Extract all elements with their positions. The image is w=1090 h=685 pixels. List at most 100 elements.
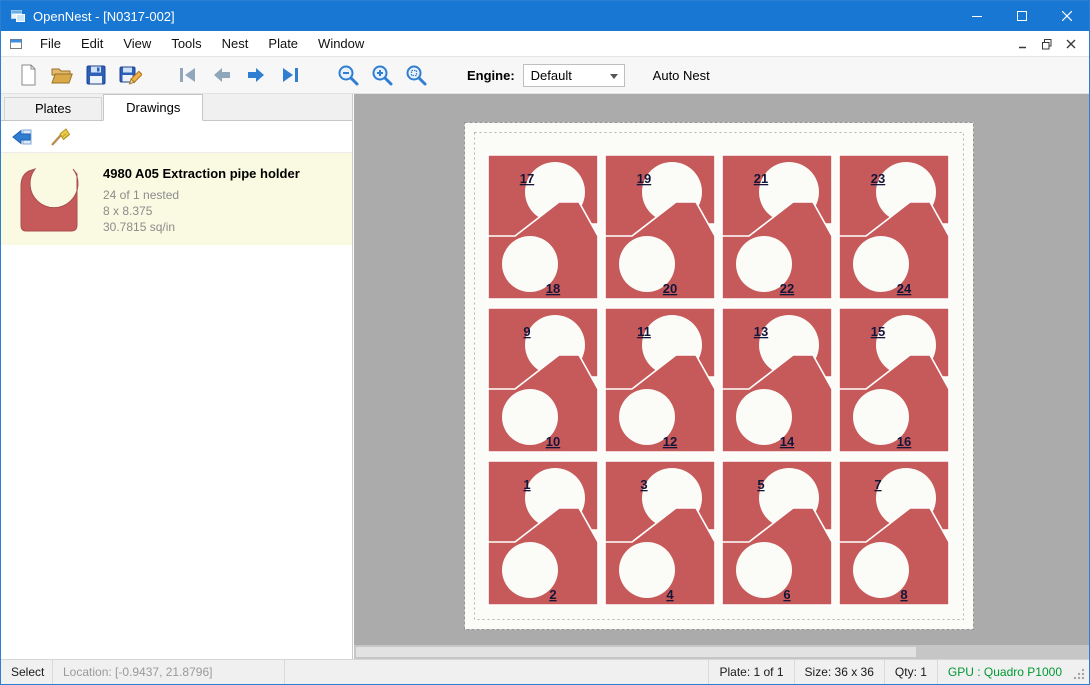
broom-icon [49,127,71,147]
save-edit-icon [118,63,142,87]
drawing-list-item[interactable]: 4980 A05 Extraction pipe holder 24 of 1 … [1,153,352,245]
minimize-icon [972,11,982,21]
nested-pair-13-14[interactable]: 1314 [722,308,832,452]
mdi-minimize-button[interactable] [1011,34,1035,54]
sidebar: Plates Drawings [1,94,353,659]
zoom-in-icon [370,63,394,87]
nav-last-button[interactable] [273,60,307,90]
horizontal-scrollbar[interactable] [354,645,1089,659]
menu-item-nest[interactable]: Nest [212,32,259,55]
nested-pair-11-12[interactable]: 11 12 [605,308,715,452]
mdi-restore-button[interactable] [1035,34,1059,54]
sidebar-tabs: Plates Drawings [1,94,352,121]
drawing-size: 8 x 8.375 [103,203,300,219]
zoom-fit-button[interactable] [399,60,433,90]
status-location: Location: [-0.9437, 21.8796] [53,660,285,684]
auto-nest-button[interactable]: Auto Nest [647,64,716,87]
arrow-left-icon [11,127,33,147]
nav-next-button[interactable] [239,60,273,90]
status-qty: Qty: 1 [884,660,937,684]
main-area: Plates Drawings [1,94,1089,659]
nav-next-icon [244,63,268,87]
mdi-window-controls [1011,34,1089,54]
open-folder-icon [50,63,74,87]
nested-pair-21-22[interactable]: 2122 [722,155,832,299]
menu-item-view[interactable]: View [113,32,161,55]
part-number: 24 [897,281,912,296]
close-button[interactable] [1044,1,1089,31]
menu-item-window[interactable]: Window [308,32,374,55]
part-number: 23 [871,171,885,186]
part-number: 3 [640,477,647,492]
nested-pair-3-4[interactable]: 34 [605,461,715,605]
menu-item-file[interactable]: File [30,32,71,55]
engine-label: Engine: [467,68,515,83]
drawing-nested-count: 24 of 1 nested [103,187,300,203]
nested-pair-23-24[interactable]: 23 24 [839,155,949,299]
maximize-icon [1017,11,1027,21]
part-number: 8 [900,587,907,602]
app-icon [10,8,26,24]
open-button[interactable] [45,60,79,90]
new-file-button[interactable] [11,60,45,90]
part-number: 7 [874,477,881,492]
clear-button[interactable] [45,124,75,150]
save-button[interactable] [79,60,113,90]
drawing-info: 4980 A05 Extraction pipe holder 24 of 1 … [103,162,300,236]
engine-combobox-value: Default [531,68,572,83]
return-part-button[interactable] [7,124,37,150]
zoom-out-button[interactable] [331,60,365,90]
tab-plates[interactable]: Plates [4,97,102,120]
resize-grip-icon [1072,667,1086,681]
window-title: OpenNest - [N0317-002] [33,9,954,24]
part-number: 6 [783,587,790,602]
status-plate: Plate: 1 of 1 [708,660,793,684]
save-icon [84,63,108,87]
chevron-down-icon [610,74,618,79]
nested-pair-5-6[interactable]: 56 [722,461,832,605]
menu-item-tools[interactable]: Tools [161,32,211,55]
application-window: OpenNest - [N0317-002] FileEditViewTools… [0,0,1090,685]
status-gpu: GPU : Quadro P1000 [937,660,1072,684]
part-number: 16 [897,434,911,449]
part-number: 21 [754,171,768,186]
menu-item-edit[interactable]: Edit [71,32,113,55]
save-edit-button[interactable] [113,60,147,90]
part-number: 18 [546,281,560,296]
part-number: 14 [780,434,795,449]
nested-pair-7-8[interactable]: 78 [839,461,949,605]
mdi-child-icon [8,36,24,52]
part-number: 11 [637,324,651,339]
mdi-close-button[interactable] [1059,34,1083,54]
scrollbar-thumb[interactable] [356,647,916,657]
zoom-fit-icon [404,63,428,87]
maximize-button[interactable] [999,1,1044,31]
part-number: 5 [757,477,764,492]
nested-pair-17-18[interactable]: 1718 [488,155,598,299]
restore-icon [1041,38,1053,50]
close-icon [1062,11,1072,21]
zoom-out-icon [336,63,360,87]
part-thumbnail [13,162,85,236]
drawings-toolbar [1,121,352,153]
menu-item-plate[interactable]: Plate [258,32,308,55]
part-number: 9 [523,324,530,339]
engine-combobox[interactable]: Default [523,64,625,87]
nested-pair-15-16[interactable]: 1516 [839,308,949,452]
nested-pair-1-2[interactable]: 12 [488,461,598,605]
nav-prev-button[interactable] [205,60,239,90]
plate-sheet: 171819202122232491011121314151612345678 [464,122,974,630]
nested-pair-19-20[interactable]: 1920 [605,155,715,299]
titlebar: OpenNest - [N0317-002] [1,1,1089,31]
nav-first-button[interactable] [171,60,205,90]
resize-grip[interactable] [1072,660,1089,684]
part-number: 10 [546,434,560,449]
nest-canvas[interactable]: 171819202122232491011121314151612345678 [354,94,1089,659]
tab-drawings[interactable]: Drawings [103,94,203,121]
zoom-in-button[interactable] [365,60,399,90]
nested-pair-9-10[interactable]: 9 10 [488,308,598,452]
plate: 171819202122232491011121314151612345678 [464,122,974,635]
minimize-button[interactable] [954,1,999,31]
part-number: 12 [663,434,677,449]
nav-last-icon [278,63,302,87]
